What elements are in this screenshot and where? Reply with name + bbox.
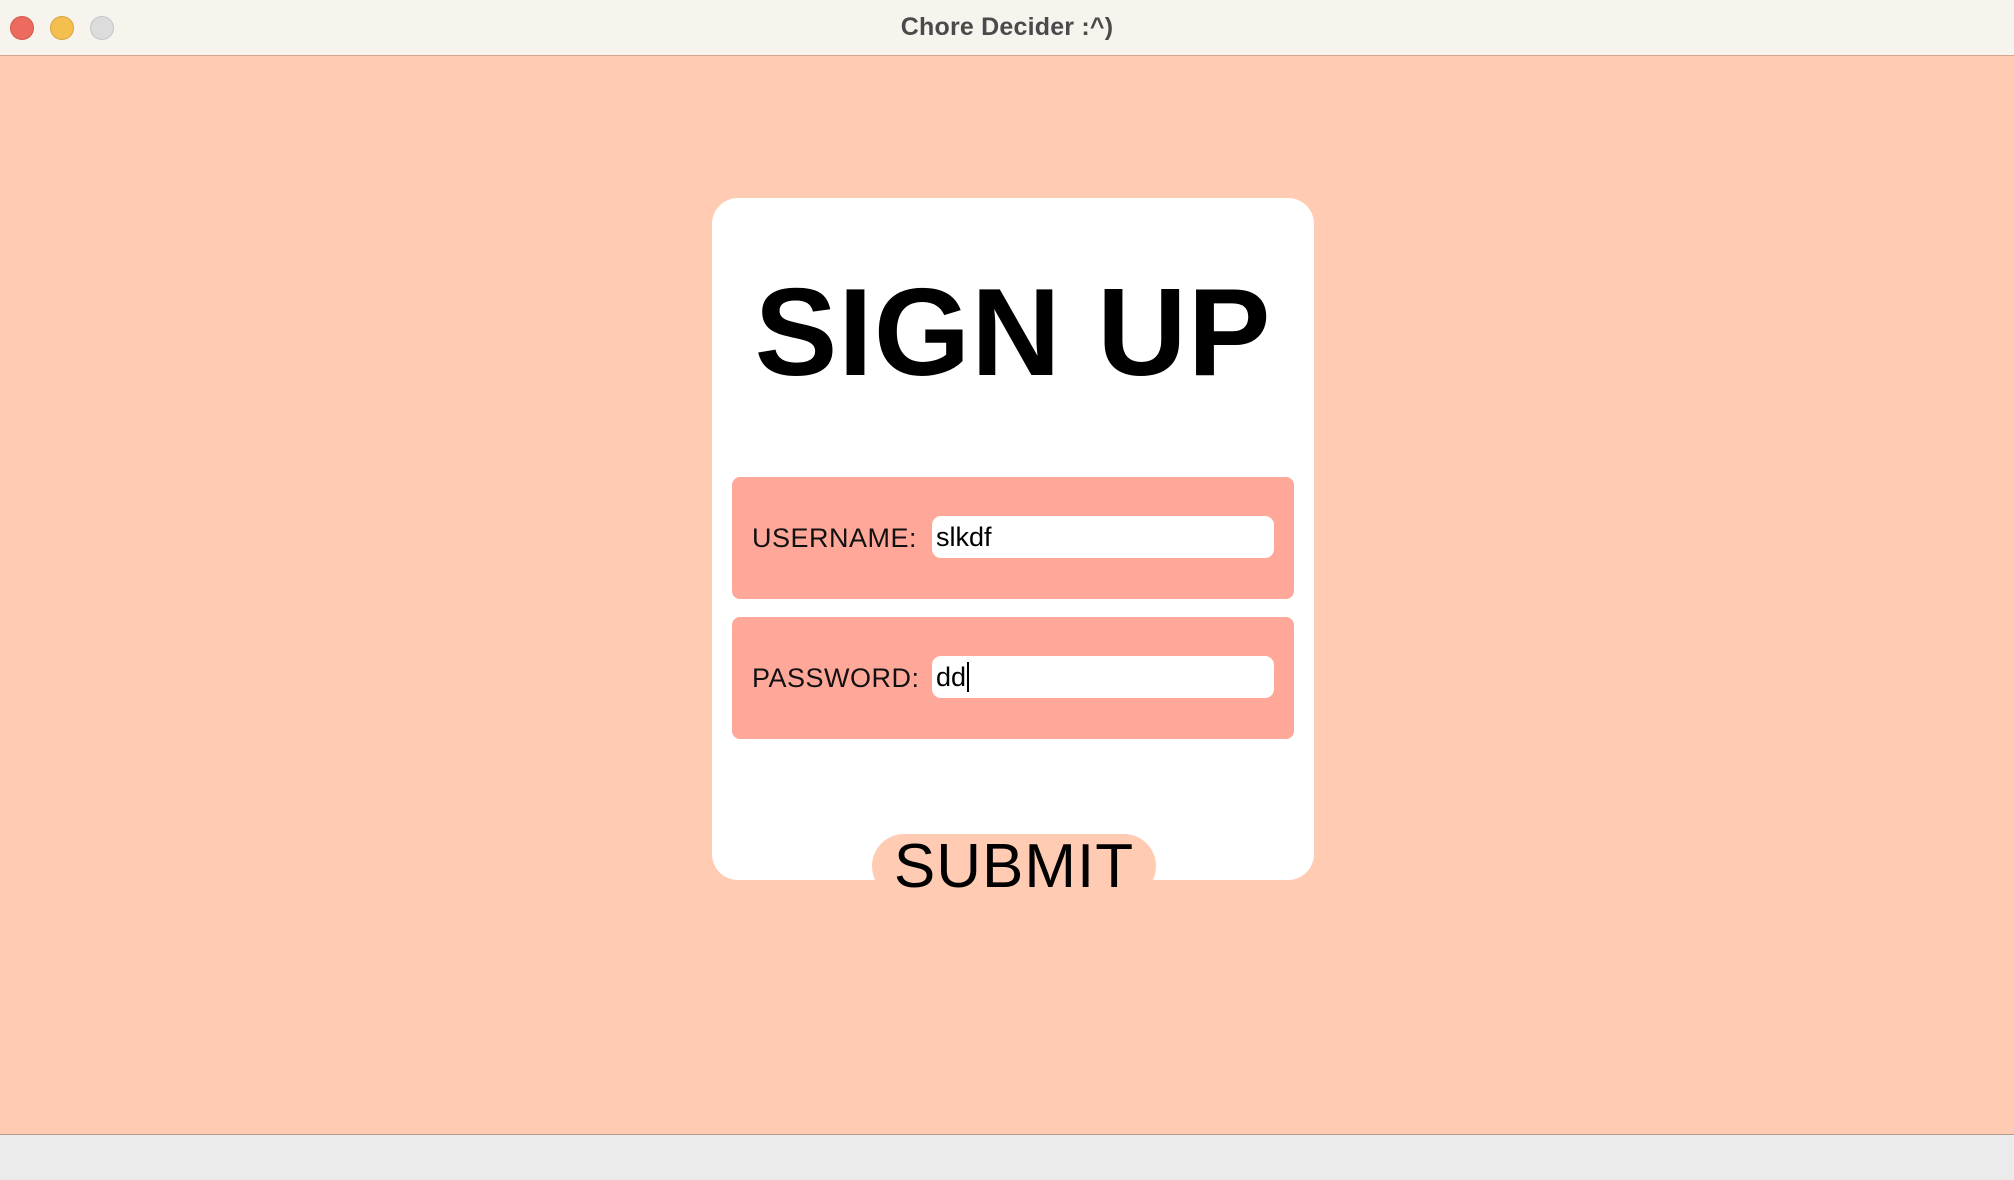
username-row: USERNAME: slkdf [732, 477, 1294, 599]
title-bar[interactable]: Chore Decider :^) [0, 0, 2014, 56]
window-title: Chore Decider :^) [900, 13, 1114, 41]
password-field[interactable]: dd [932, 656, 1274, 698]
page-title: SIGN UP [754, 264, 1272, 402]
password-value: dd [936, 662, 967, 692]
text-caret [967, 661, 970, 692]
signup-card: SIGN UP USERNAME: slkdf PASSWORD: dd SUB… [712, 198, 1314, 900]
username-value: slkdf [936, 522, 992, 552]
bottom-bar [0, 1135, 2014, 1180]
submit-button[interactable]: SUBMIT [872, 834, 1156, 900]
password-label: PASSWORD: [752, 663, 920, 693]
username-label: USERNAME: [752, 523, 918, 553]
username-field[interactable]: slkdf [932, 516, 1274, 558]
main-content: SIGN UP USERNAME: slkdf PASSWORD: dd SUB… [0, 56, 2014, 1135]
password-row: PASSWORD: dd [732, 617, 1294, 739]
app-window: Chore Decider :^) SIGN UP USERNAME: slkd… [0, 0, 2014, 1180]
